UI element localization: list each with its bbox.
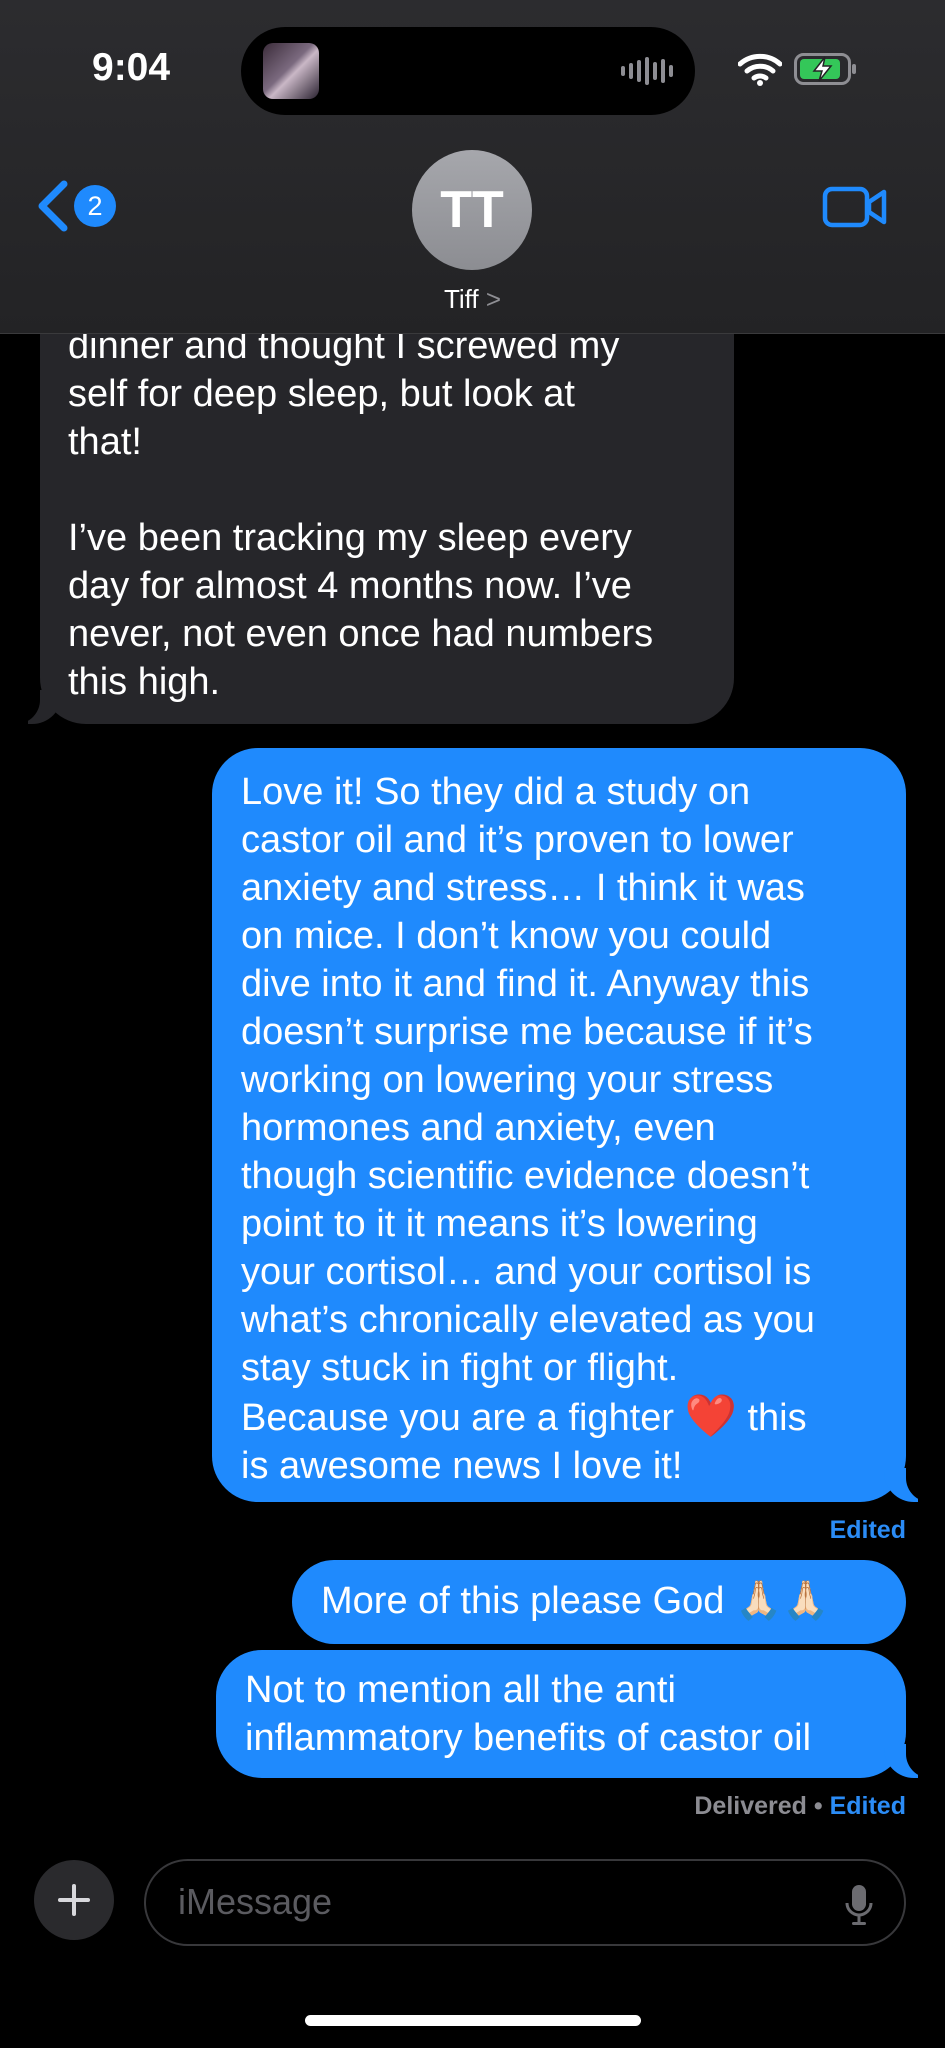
imessage-input[interactable]: iMessage [144, 1859, 906, 1946]
now-playing-album-art [263, 43, 319, 99]
battery-charging-icon [794, 53, 856, 85]
bubble-tail [14, 690, 62, 724]
microphone-icon[interactable] [844, 1883, 874, 1927]
edited-label[interactable]: Edited [830, 1792, 906, 1820]
edited-label[interactable]: Edited [830, 1516, 906, 1545]
bubble-tail [884, 1744, 932, 1778]
sent-message-bubble[interactable]: Not to mention all the anti inflammatory… [216, 1650, 932, 1778]
audio-waveform-icon [621, 57, 673, 85]
home-indicator[interactable] [305, 2015, 641, 2026]
contact-name: Tiff [443, 284, 479, 314]
chevron-right-icon: > [485, 284, 502, 314]
contact-avatar[interactable]: TT [412, 150, 532, 270]
video-camera-icon[interactable] [822, 185, 888, 229]
back-chevron-icon [38, 180, 68, 232]
unread-count-badge: 2 [74, 185, 116, 227]
contact-name-button[interactable]: Tiff > [0, 284, 945, 315]
back-button[interactable]: 2 [36, 176, 126, 236]
message-text: Love it! So they did a study on castor o… [241, 768, 886, 1490]
bubble-tail [884, 1468, 932, 1502]
message-text: More of this please God 🙏🏻🙏🏻 [321, 1580, 830, 1622]
message-text-part: Love it! So they did a study on castor o… [241, 771, 815, 1439]
sent-message-bubble[interactable]: More of this please God 🙏🏻🙏🏻 [292, 1560, 906, 1644]
delivered-label: Delivered [694, 1792, 807, 1820]
input-placeholder: iMessage [178, 1881, 333, 1922]
sent-message-bubble[interactable]: Love it! So they did a study on castor o… [212, 748, 932, 1502]
plus-icon[interactable] [34, 1860, 114, 1940]
message-text: dinner and thought I screwed my self for… [68, 325, 654, 703]
red-heart-emoji: ❤️ [684, 1392, 737, 1439]
status-separator: • [806, 1792, 830, 1820]
delivery-status: Delivered • Edited [694, 1792, 906, 1821]
status-time: 9:04 [92, 46, 171, 89]
message-text: Not to mention all the anti inflammatory… [245, 1669, 812, 1759]
dynamic-island[interactable] [241, 27, 695, 115]
wifi-icon [738, 53, 782, 86]
conversation-header: 9:04 2 TT Tiff > [0, 0, 945, 334]
